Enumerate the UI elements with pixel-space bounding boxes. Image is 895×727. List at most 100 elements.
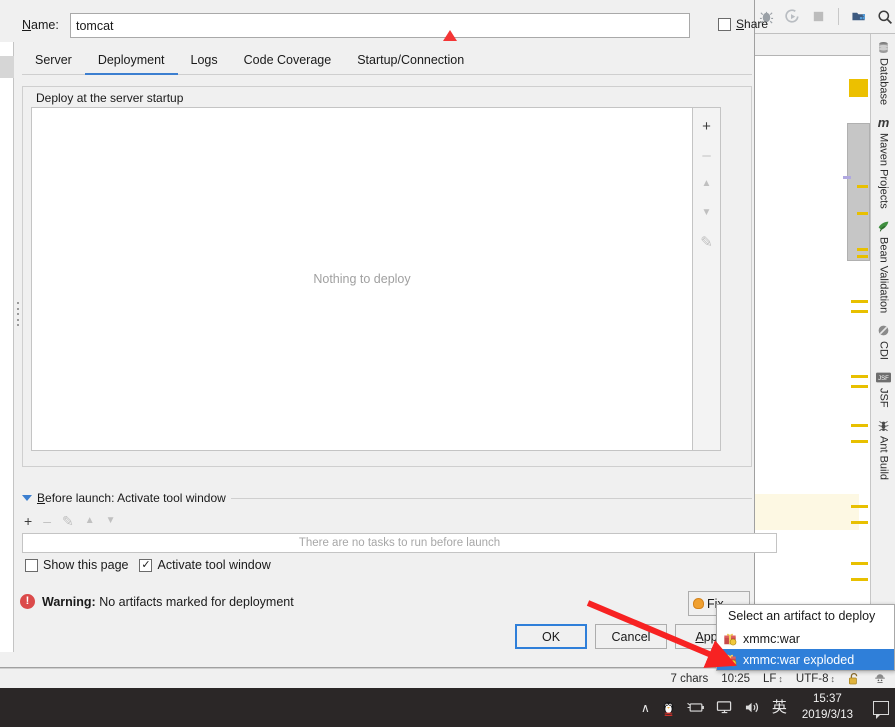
cdi-icon [876, 323, 891, 338]
tool-window-label: CDI [877, 341, 890, 361]
activate-tool-window-checkbox[interactable]: ✓ Activate tool window [139, 558, 271, 572]
share-checkbox[interactable]: Share [718, 17, 768, 31]
tab-deployment[interactable]: Deployment [84, 48, 178, 75]
tool-window-jsf[interactable]: JSF JSF [871, 364, 895, 412]
warning-prefix: Warning: [42, 594, 96, 609]
maven-icon: m [877, 115, 890, 131]
dialog-splitter-handle[interactable] [15, 300, 21, 328]
collapse-triangle-icon[interactable] [22, 495, 32, 501]
volume-icon[interactable] [744, 700, 761, 715]
taskbar-clock[interactable]: 15:37 2019/3/13 [802, 692, 853, 723]
pencil-edit-icon: ✎ [61, 513, 74, 529]
windows-taskbar: ∧ 英 15:37 2019/3/13 [0, 688, 895, 727]
stripe-mark [843, 176, 851, 179]
arrow-up-icon: ▲ [701, 178, 712, 189]
minus-icon: – [702, 146, 711, 164]
inspection-status-box [849, 79, 868, 97]
before-launch-header[interactable]: Before launch: Activate tool window [22, 490, 752, 506]
stripe-mark [857, 248, 868, 251]
configuration-name-input[interactable] [70, 13, 690, 38]
before-launch-title: Before launch: Activate tool window [37, 491, 226, 505]
popup-item-war[interactable]: xmmc:war [717, 628, 894, 649]
arrow-up-icon: ▲ [84, 515, 95, 526]
tool-window-database[interactable]: Database [871, 34, 895, 109]
tab-startup-connection[interactable]: Startup/Connection [344, 48, 477, 75]
empty-list-message: Nothing to deploy [313, 272, 411, 286]
jsf-icon: JSF [876, 370, 891, 385]
hector-inspection-icon[interactable] [873, 672, 887, 686]
select-artifact-popup[interactable]: Select an artifact to deploy xmmc:war xm… [716, 604, 895, 671]
tool-window-bean-validation[interactable]: Bean Validation [871, 213, 895, 317]
ant-build-icon [876, 418, 891, 433]
stripe-mark [851, 578, 868, 581]
pencil-edit-icon: ✎ [700, 233, 713, 251]
checkbox-box: ✓ [139, 558, 153, 572]
plus-icon[interactable]: + [24, 514, 32, 528]
artifact-icon [723, 632, 737, 646]
before-launch-toolbar[interactable]: + – ✎ ▲ ▼ [24, 511, 224, 531]
checkbox-box [718, 17, 731, 31]
tab-code-coverage[interactable]: Code Coverage [231, 48, 345, 75]
error-stripe-gutter[interactable] [843, 57, 870, 668]
run-with-coverage-icon[interactable] [784, 8, 801, 25]
popup-item-war-exploded[interactable]: xmmc:war exploded [717, 649, 894, 670]
configurations-tree-pane[interactable] [0, 42, 14, 652]
status-line-separator[interactable]: LF ↕ [763, 673, 783, 685]
ime-language-icon[interactable]: 英 [772, 700, 787, 715]
grip-dot [17, 302, 19, 304]
stripe-mark [851, 310, 868, 313]
share-label: Share [736, 17, 769, 31]
arrow-down-icon: ▼ [701, 207, 712, 218]
before-launch-task-list[interactable]: There are no tasks to run before launch [22, 533, 777, 553]
editor-text-area[interactable] [754, 57, 872, 668]
warning-row: ! Warning: No artifacts marked for deplo… [20, 594, 294, 609]
ok-button[interactable]: OK [515, 624, 587, 649]
settings-tab-bar[interactable]: Server Deployment Logs Code Coverage Sta… [22, 48, 752, 75]
grip-dot [17, 318, 19, 321]
network-monitor-icon[interactable] [716, 700, 733, 715]
plus-icon[interactable]: + [697, 116, 717, 136]
editor-area[interactable] [752, 34, 872, 668]
name-row: Name: Share [22, 13, 768, 39]
status-caret-position[interactable]: 10:25 [721, 673, 750, 685]
stripe-mark [851, 385, 868, 388]
tool-window-ant-build[interactable]: Ant Build [871, 412, 895, 484]
stop-icon[interactable] [810, 8, 827, 25]
project-structure-icon[interactable] [850, 8, 867, 25]
battery-icon[interactable] [687, 701, 705, 714]
before-launch-empty-message: There are no tasks to run before launch [298, 537, 501, 549]
unlocked-padlock-icon[interactable] [848, 672, 860, 686]
stripe-mark [857, 255, 868, 258]
right-tool-window-bar[interactable]: Database m Maven Projects Bean Validatio… [870, 34, 895, 668]
show-hidden-icons-chevron[interactable]: ∧ [641, 702, 650, 714]
deployment-list-toolbar[interactable]: + – ▲ ▼ ✎ [693, 107, 721, 451]
stripe-mark [851, 424, 868, 427]
stripe-mark [851, 375, 868, 378]
before-launch-options: Show this page ✓ Activate tool window [25, 558, 271, 572]
tool-window-cdi[interactable]: CDI [871, 317, 895, 364]
search-everywhere-icon[interactable] [876, 8, 893, 25]
editor-tab-strip [754, 34, 872, 56]
status-encoding[interactable]: UTF-8 ↕ [796, 673, 835, 685]
deployment-artifact-list[interactable]: Nothing to deploy [31, 107, 693, 451]
grip-dot [17, 313, 19, 315]
stripe-mark [851, 505, 868, 508]
cancel-button[interactable]: Cancel [595, 624, 667, 649]
tab-server[interactable]: Server [22, 48, 85, 75]
checkbox-box [25, 558, 38, 572]
qq-penguin-icon[interactable] [661, 700, 676, 716]
tool-window-label: Ant Build [877, 435, 890, 480]
header-rule [230, 498, 752, 499]
editor-scrollbar-thumb[interactable] [847, 123, 870, 261]
toolbar-separator [838, 8, 839, 25]
stripe-mark [851, 300, 868, 303]
error-circle-icon: ! [20, 594, 35, 609]
tab-logs[interactable]: Logs [178, 48, 231, 75]
tool-window-maven-projects[interactable]: m Maven Projects [871, 109, 895, 213]
status-chars: 7 chars [670, 672, 709, 685]
bean-validation-icon [876, 219, 891, 234]
stripe-mark [851, 521, 868, 524]
action-center-icon[interactable] [873, 700, 889, 719]
show-this-page-checkbox[interactable]: Show this page [25, 558, 128, 572]
show-this-page-label: Show this page [43, 558, 129, 572]
